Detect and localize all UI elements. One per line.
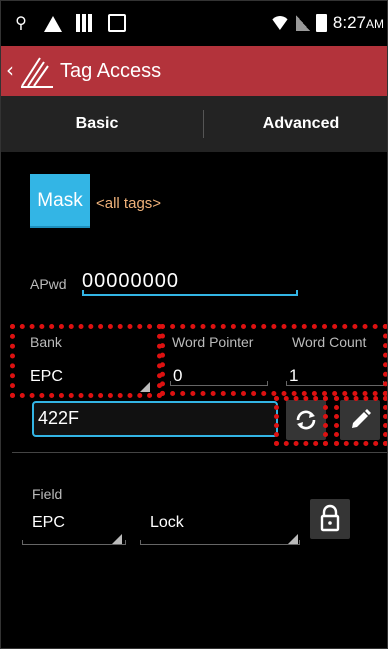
app-bar: ‹ Tag Access [0, 46, 388, 96]
mask-filter-text: <all tags> [96, 195, 162, 212]
field-underline [22, 540, 126, 545]
word-pointer-count-highlight [160, 324, 388, 396]
lock-icon [320, 504, 340, 532]
data-input[interactable]: 422F [32, 401, 278, 437]
edit-highlight [334, 396, 388, 446]
field-label: Field [32, 486, 63, 502]
apwd-input[interactable]: 00000000 [82, 270, 179, 293]
bank-highlight [10, 324, 162, 398]
data-input-value: 422F [38, 408, 80, 428]
lock-action-dropdown-icon [288, 534, 298, 544]
tab-advanced[interactable]: Advanced [204, 96, 388, 152]
status-time: 8:27AM [332, 13, 384, 32]
tag-access-panel: Mask <all tags> APwd 00000000 Bank EPC W… [12, 152, 388, 649]
battery-icon [315, 14, 327, 32]
status-bar: ⚲ 8:27AM [0, 0, 388, 46]
lock-action-spinner[interactable]: Lock [150, 514, 184, 532]
field-dropdown-icon [112, 534, 122, 544]
lock-action-underline [140, 540, 300, 545]
usb-icon: ⚲ [15, 13, 27, 32]
bag-icon [108, 14, 126, 32]
field-spinner[interactable]: EPC [32, 514, 65, 532]
page-title: Tag Access [60, 60, 162, 82]
tab-bar: Basic Advanced [0, 96, 388, 248]
screen: ⚲ 8:27AM ‹ Tag Access Basic Advanced Mas… [0, 0, 388, 649]
mask-button[interactable]: Mask [30, 174, 90, 228]
refresh-highlight [274, 396, 328, 446]
logo-icon[interactable] [18, 54, 56, 90]
tab-basic[interactable]: Basic [0, 96, 194, 152]
wifi-icon [269, 16, 290, 30]
warning-icon [44, 14, 62, 32]
back-icon[interactable]: ‹ [6, 58, 14, 82]
barcode-icon [76, 14, 94, 32]
signal-icon [295, 15, 310, 31]
apwd-label: APwd [30, 276, 67, 292]
apwd-underline [82, 290, 298, 296]
lock-button[interactable] [310, 499, 350, 539]
section-divider [12, 452, 388, 453]
